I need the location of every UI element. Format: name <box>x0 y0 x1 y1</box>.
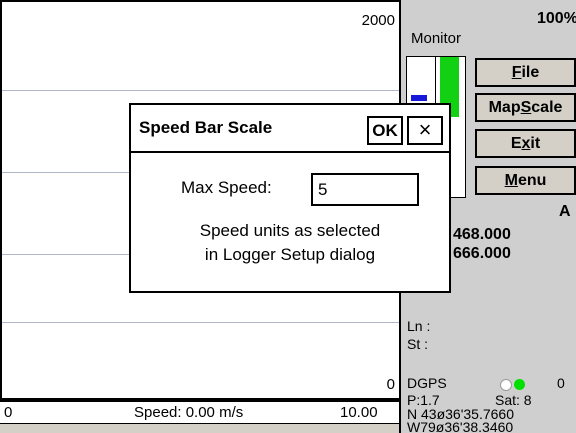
monitor-label: Monitor <box>411 30 462 47</box>
file-button[interactable]: File <box>475 58 576 87</box>
dialog-note-line-1: Speed units as selected <box>199 221 381 240</box>
dgps-count: 0 <box>557 375 565 391</box>
gps-status-led-icon <box>514 379 525 390</box>
coord-value-2: 666.000 <box>453 245 511 262</box>
speed-bar: 0 Speed: 0.00 m/s 10.00 <box>0 400 399 423</box>
dialog-note-line-2: in Logger Setup dialog <box>204 245 376 264</box>
speed-max-label: 10.00 <box>340 404 378 421</box>
grid-line <box>2 322 401 323</box>
coord-flag: A <box>559 203 571 220</box>
menu-button-key: M <box>504 172 518 189</box>
speed-min-label: 0 <box>4 404 13 421</box>
mapscale-button-key: S <box>520 99 532 116</box>
close-icon[interactable]: × <box>407 116 443 145</box>
exit-button-pre: E <box>510 135 522 152</box>
speed-bar-scale-dialog: Speed Bar Scale OK × Max Speed: Speed un… <box>129 103 451 293</box>
max-speed-input[interactable] <box>311 173 419 206</box>
file-button-post: ile <box>521 64 540 81</box>
mapscale-button-post: cale <box>531 99 563 116</box>
ln-label: Ln : <box>407 318 431 334</box>
grid-line <box>2 90 401 91</box>
gauge-blue-bar <box>411 95 427 101</box>
mapscale-button-pre: Map <box>488 99 521 116</box>
speed-readout: Speed: 0.00 m/s <box>134 404 244 421</box>
ok-button[interactable]: OK <box>367 116 403 145</box>
menu-button[interactable]: Menu <box>475 166 576 195</box>
longitude: W79ø36'38.3460 <box>407 419 514 433</box>
coord-value-1: 468.000 <box>453 226 511 243</box>
bottom-strip <box>0 423 399 433</box>
menu-button-post: enu <box>517 172 547 189</box>
dialog-title-bar: Speed Bar Scale OK × <box>131 105 449 153</box>
dgps-status-led-icon <box>500 379 512 391</box>
mapscale-button[interactable]: MapScale <box>475 93 576 122</box>
y-axis-max-label: 2000 <box>361 12 395 29</box>
battery-percent: 100% <box>537 10 576 27</box>
y-axis-min-label: 0 <box>386 376 395 393</box>
exit-button-post: it <box>530 135 541 152</box>
max-speed-label: Max Speed: <box>181 178 272 197</box>
st-label: St : <box>407 336 429 352</box>
exit-button[interactable]: Exit <box>475 129 576 158</box>
dgps-label: DGPS <box>407 375 447 391</box>
dialog-title: Speed Bar Scale <box>139 118 273 137</box>
